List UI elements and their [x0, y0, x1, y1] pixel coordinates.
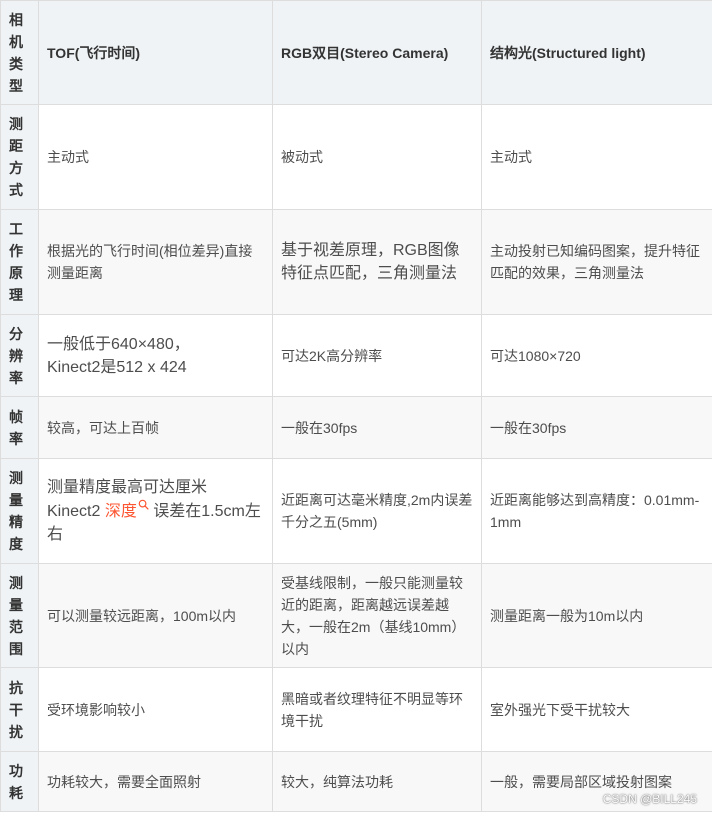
- cell-structured-light: 主动投射已知编码图案，提升特征 匹配的效果，三角测量法: [481, 209, 712, 315]
- cell-text-line: 大，一般在2m（基线10mm）: [281, 618, 466, 635]
- search-icon[interactable]: [138, 499, 149, 510]
- cell-text-line: 匹配的效果，三角测量法: [490, 265, 644, 281]
- row-label-ranging-method: 测距方式: [0, 104, 39, 210]
- cell-rgb-stereo: 近距离可达毫米精度,2m内误差 千分之五(5mm): [272, 458, 482, 564]
- cell-text-line: 可以测量较远距离，100m以内: [47, 607, 237, 624]
- cell-tof: 主动式: [38, 104, 273, 210]
- row-label-frame-rate: 帧率: [0, 396, 39, 459]
- cell-rgb-stereo: 被动式: [272, 104, 482, 210]
- cell-structured-light: 主动式: [481, 104, 712, 210]
- cell-text-fragment: Kinect2: [47, 503, 105, 520]
- cell-text-line: 近距离能够达到高精度：0.01mm-: [490, 492, 700, 508]
- header-cell-rgb-stereo: RGB双目(Stereo Camera): [272, 0, 482, 105]
- cell-text-line: Kinect2是512 x 424: [47, 358, 187, 376]
- cell-text-line: 一般，需要局部区域投射图案: [490, 773, 672, 790]
- cell-text-line: 一般在30fps: [490, 419, 567, 436]
- header-cell-structured-light: 结构光(Structured light): [481, 0, 712, 105]
- header-cell-camera-type: 相机类型: [0, 0, 39, 105]
- cell-rgb-stereo: 一般在30fps: [272, 396, 482, 459]
- cell-text-line: 1mm: [490, 514, 522, 530]
- table-row-working-principle: 工作原理 根据光的飞行时间(相位差异)直接 测量距离 基于视差原理，RGB图像 …: [0, 209, 712, 315]
- row-label-accuracy: 测量精度: [0, 458, 39, 564]
- row-label-range: 测量范围: [0, 563, 39, 668]
- cell-text-line: 主动式: [490, 149, 532, 165]
- cell-text-line: 可达1080×720: [490, 347, 581, 364]
- cell-structured-light: 室外强光下受干扰较大: [481, 667, 712, 752]
- cell-text-line: 受环境影响较小: [47, 701, 145, 718]
- cell-text-line: 较大，纯算法功耗: [281, 773, 393, 790]
- table-row-resolution: 分辨率 一般低于640×480， Kinect2是512 x 424 可达2K高…: [0, 314, 712, 397]
- cell-text-line: 境干扰: [281, 712, 323, 729]
- header-cell-tof: TOF(飞行时间): [38, 0, 273, 105]
- cell-tof: 一般低于640×480， Kinect2是512 x 424: [38, 314, 273, 397]
- cell-rgb-stereo: 较大，纯算法功耗: [272, 751, 482, 812]
- cell-text-line: 近距离可达毫米精度,2m内误差: [281, 492, 473, 508]
- cell-text-line: 可达2K高分辨率: [281, 347, 383, 364]
- cell-rgb-stereo: 可达2K高分辨率: [272, 314, 482, 397]
- comparison-table: 相机类型 TOF(飞行时间) RGB双目(Stereo Camera) 结构光(…: [0, 0, 712, 812]
- table-header-row: 相机类型 TOF(飞行时间) RGB双目(Stereo Camera) 结构光(…: [0, 0, 712, 105]
- cell-text-line: 被动式: [281, 149, 323, 165]
- cell-rgb-stereo: 受基线限制，一般只能测量较 近的距离，距离越远误差越 大，一般在2m（基线10m…: [272, 563, 482, 668]
- table-row-frame-rate: 帧率 较高，可达上百帧 一般在30fps 一般在30fps: [0, 396, 712, 459]
- cell-text-line: Kinect2 深度 误差在1.5cm左右: [47, 499, 266, 546]
- cell-structured-light: 近距离能够达到高精度：0.01mm- 1mm: [481, 458, 712, 564]
- table-row-interference: 抗干扰 受环境影响较小 黑暗或者纹理特征不明显等环 境干扰 室外强光下受干扰较大: [0, 667, 712, 752]
- cell-tof: 测量精度最高可达厘米 Kinect2 深度 误差在1.5cm左右: [38, 458, 273, 564]
- cell-structured-light: 一般在30fps: [481, 396, 712, 459]
- cell-text-line: 黑暗或者纹理特征不明显等环: [281, 690, 463, 707]
- depth-link-label: 深度: [104, 503, 137, 520]
- cell-text-line: 一般低于640×480，: [47, 335, 190, 353]
- cell-text-line: 功耗较大，需要全面照射: [47, 773, 201, 790]
- cell-rgb-stereo: 基于视差原理，RGB图像 特征点匹配，三角测量法: [272, 209, 482, 315]
- cell-text-line: 较高，可达上百帧: [47, 419, 159, 436]
- row-label-power: 功耗: [0, 751, 39, 812]
- cell-text-line: 基于视差原理，RGB图像: [281, 242, 460, 259]
- cell-tof: 较高，可达上百帧: [38, 396, 273, 459]
- cell-structured-light: 测量距离一般为10m以内: [481, 563, 712, 668]
- table-row-accuracy: 测量精度 测量精度最高可达厘米 Kinect2 深度 误差在1.5cm左右 近距…: [0, 458, 712, 564]
- row-label-working-principle: 工作原理: [0, 209, 39, 315]
- table-row-range: 测量范围 可以测量较远距离，100m以内 受基线限制，一般只能测量较 近的距离，…: [0, 563, 712, 668]
- depth-link[interactable]: 深度: [104, 499, 149, 520]
- watermark: CSDN @BILL245: [602, 792, 697, 806]
- cell-text-line: 主动投射已知编码图案，提升特征: [490, 243, 700, 259]
- cell-tof: 受环境影响较小: [38, 667, 273, 752]
- cell-text-line: 受基线限制，一般只能测量较: [281, 574, 463, 591]
- cell-text-line: 一般在30fps: [281, 419, 358, 436]
- cell-text-line: 主动式: [47, 149, 89, 165]
- cell-text-line: 近的距离，距离越远误差越: [281, 596, 449, 613]
- cell-text-line: 千分之五(5mm): [281, 514, 378, 530]
- cell-text-line: 特征点匹配，三角测量法: [281, 265, 458, 282]
- cell-text-line: 测量精度最高可达厘米: [47, 479, 208, 496]
- cell-tof: 可以测量较远距离，100m以内: [38, 563, 273, 668]
- cell-structured-light: 可达1080×720: [481, 314, 712, 397]
- cell-text-line: 室外强光下受干扰较大: [490, 701, 630, 718]
- cell-text-line: 以内: [281, 640, 309, 657]
- cell-rgb-stereo: 黑暗或者纹理特征不明显等环 境干扰: [272, 667, 482, 752]
- cell-text-line: 测量距离: [47, 265, 103, 281]
- cell-text-line: 根据光的飞行时间(相位差异)直接: [47, 243, 253, 259]
- cell-tof: 功耗较大，需要全面照射: [38, 751, 273, 812]
- row-label-interference: 抗干扰: [0, 667, 39, 752]
- table-row-ranging-method: 测距方式 主动式 被动式 主动式: [0, 104, 712, 210]
- row-label-resolution: 分辨率: [0, 314, 39, 397]
- cell-tof: 根据光的飞行时间(相位差异)直接 测量距离: [38, 209, 273, 315]
- cell-text-line: 测量距离一般为10m以内: [490, 607, 644, 624]
